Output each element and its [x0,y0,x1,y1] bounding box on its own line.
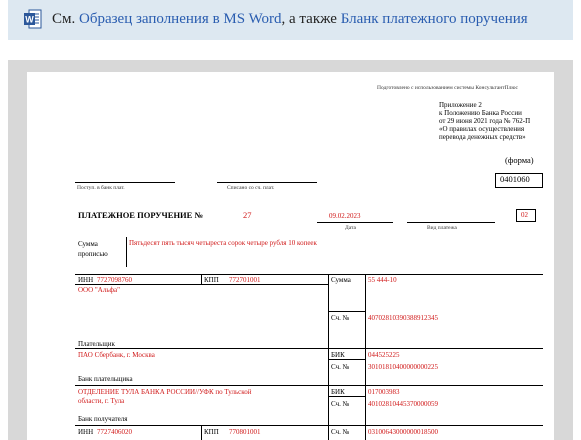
account-label: Сч. № [331,428,350,436]
inn-label: ИНН [78,276,94,284]
payer-kpp: 772701001 [229,276,261,284]
payer-bank: ПАО Сбербанк, г. Москва [78,351,155,359]
payer-status: 02 [521,211,528,219]
received-label: Поступ. в банк плат. [77,185,125,191]
payer-account: 40702810390388912345 [368,314,438,322]
sum-label: Сумма [331,276,351,284]
debited-label: Списано со сч. плат. [227,185,275,191]
blank-form-link[interactable]: Бланк платежного поручения [341,11,528,27]
payment-order-page: Подготовлено с использованием системы Ко… [27,72,554,440]
appendix-line: перевода денежных средств» [439,133,526,141]
account-label: Сч. № [331,314,350,322]
payee-bank-line: ОТДЕЛЕНИЕ ТУЛА БАНКА РОССИИ//УФК по Туль… [78,388,252,396]
see-also-prefix: См. [52,11,76,27]
kpp-label: КПП [204,428,219,436]
payer-bik: 044525225 [368,351,400,359]
kpp-label: КПП [204,276,219,284]
appendix-line: к Положению Банка России [439,109,522,117]
payer-corr-account: 30101810400000000225 [368,363,438,371]
date-label: Дата [345,225,356,231]
prepared-note: Подготовлено с использованием системы Ко… [377,85,518,91]
see-also-bar: W См. Образец заполнения в MS Word, а та… [8,0,573,40]
payment-type-label: Вид платежа [427,225,457,231]
payee-account: 03100643000000018500 [368,428,438,436]
form-code: 0401060 [500,174,530,184]
order-number: 27 [243,210,252,220]
payer-bank-label: Банк плательщика [78,375,133,383]
bik-label: БИК [331,351,345,359]
see-also-middle: , а также [281,11,337,27]
amount-words: Пятьдесят пять тысяч четыреста сорок чет… [129,239,317,247]
payer-label: Плательщик [78,340,115,348]
payee-bank-account: 40102810445370000059 [368,400,438,408]
see-also-text: См. Образец заполнения в MS Word, а такж… [52,10,528,28]
inn-label: ИНН [78,428,94,436]
sample-word-link[interactable]: Образец заполнения в MS Word [79,11,282,27]
appendix-line: «О правилах осуществления [439,125,525,133]
account-label: Сч. № [331,400,350,408]
payee-bank-line: области, г. Тула [78,397,125,405]
payee-kpp: 770801001 [229,428,261,436]
amount-words-label: прописью [78,250,108,258]
bik-label: БИК [331,388,345,396]
forma-label: (форма) [505,155,534,165]
appendix-line: от 29 июня 2021 года № 762-П [439,117,531,125]
account-label: Сч. № [331,363,350,371]
appendix-line: Приложение 2 [439,101,482,109]
sum-value: 55 444-10 [368,276,397,284]
payee-bik: 017003983 [368,388,400,396]
word-icon: W [24,9,42,29]
order-date: 09.02.2023 [329,212,361,220]
amount-words-label: Сумма [78,240,98,248]
payee-bank-label: Банк получателя [78,415,128,423]
doc-title: ПЛАТЕЖНОЕ ПОРУЧЕНИЕ № [78,210,204,220]
payer-name: ООО "Альфа" [78,286,121,294]
svg-text:W: W [25,15,34,25]
payer-inn: 7727098760 [97,276,132,284]
payee-inn: 7727406020 [97,428,132,436]
document-viewer[interactable]: Подготовлено с использованием системы Ко… [8,60,573,440]
